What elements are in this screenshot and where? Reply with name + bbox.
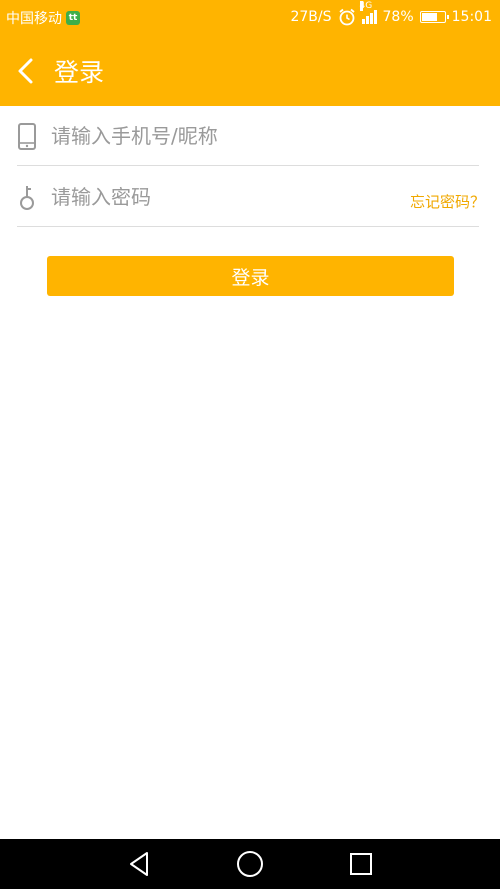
- chevron-left-icon: [18, 58, 33, 84]
- account-input[interactable]: [51, 118, 381, 154]
- app-bar: 登录: [0, 36, 500, 106]
- page-title: 登录: [54, 58, 105, 87]
- account-field-row: [17, 106, 479, 166]
- back-button[interactable]: [12, 54, 44, 88]
- login-button[interactable]: 登录: [47, 256, 454, 296]
- carrier-name: 中国移动: [6, 11, 62, 27]
- battery-icon: [419, 11, 449, 23]
- password-input[interactable]: [51, 179, 381, 215]
- key-icon: [20, 186, 34, 210]
- status-right: 27B/S 4G 78% 15:01: [290, 1, 492, 26]
- battery-percent: 78%: [382, 9, 414, 25]
- signal-strength-icon: 4G: [359, 1, 377, 24]
- carrier-app-badge: tt: [66, 11, 80, 25]
- battery-fill: [421, 13, 438, 21]
- network-speed: 27B/S: [290, 9, 332, 25]
- status-bar: 中国移动 tt 27B/S 4G 78% 15:01: [0, 0, 500, 36]
- circle-home-icon[interactable]: [235, 849, 265, 879]
- square-recents-icon[interactable]: [346, 849, 376, 879]
- triangle-back-icon[interactable]: [124, 849, 154, 879]
- system-nav-bar: [0, 839, 500, 889]
- forgot-password-link[interactable]: 忘记密码？: [410, 191, 485, 212]
- alarm-icon: [338, 8, 355, 26]
- password-field-row: 忘记密码？: [17, 167, 485, 227]
- network-type: 4G: [359, 1, 373, 11]
- status-left: 中国移动 tt: [6, 8, 80, 28]
- clock-time: 15:01: [451, 9, 492, 25]
- phone-icon: [18, 123, 36, 150]
